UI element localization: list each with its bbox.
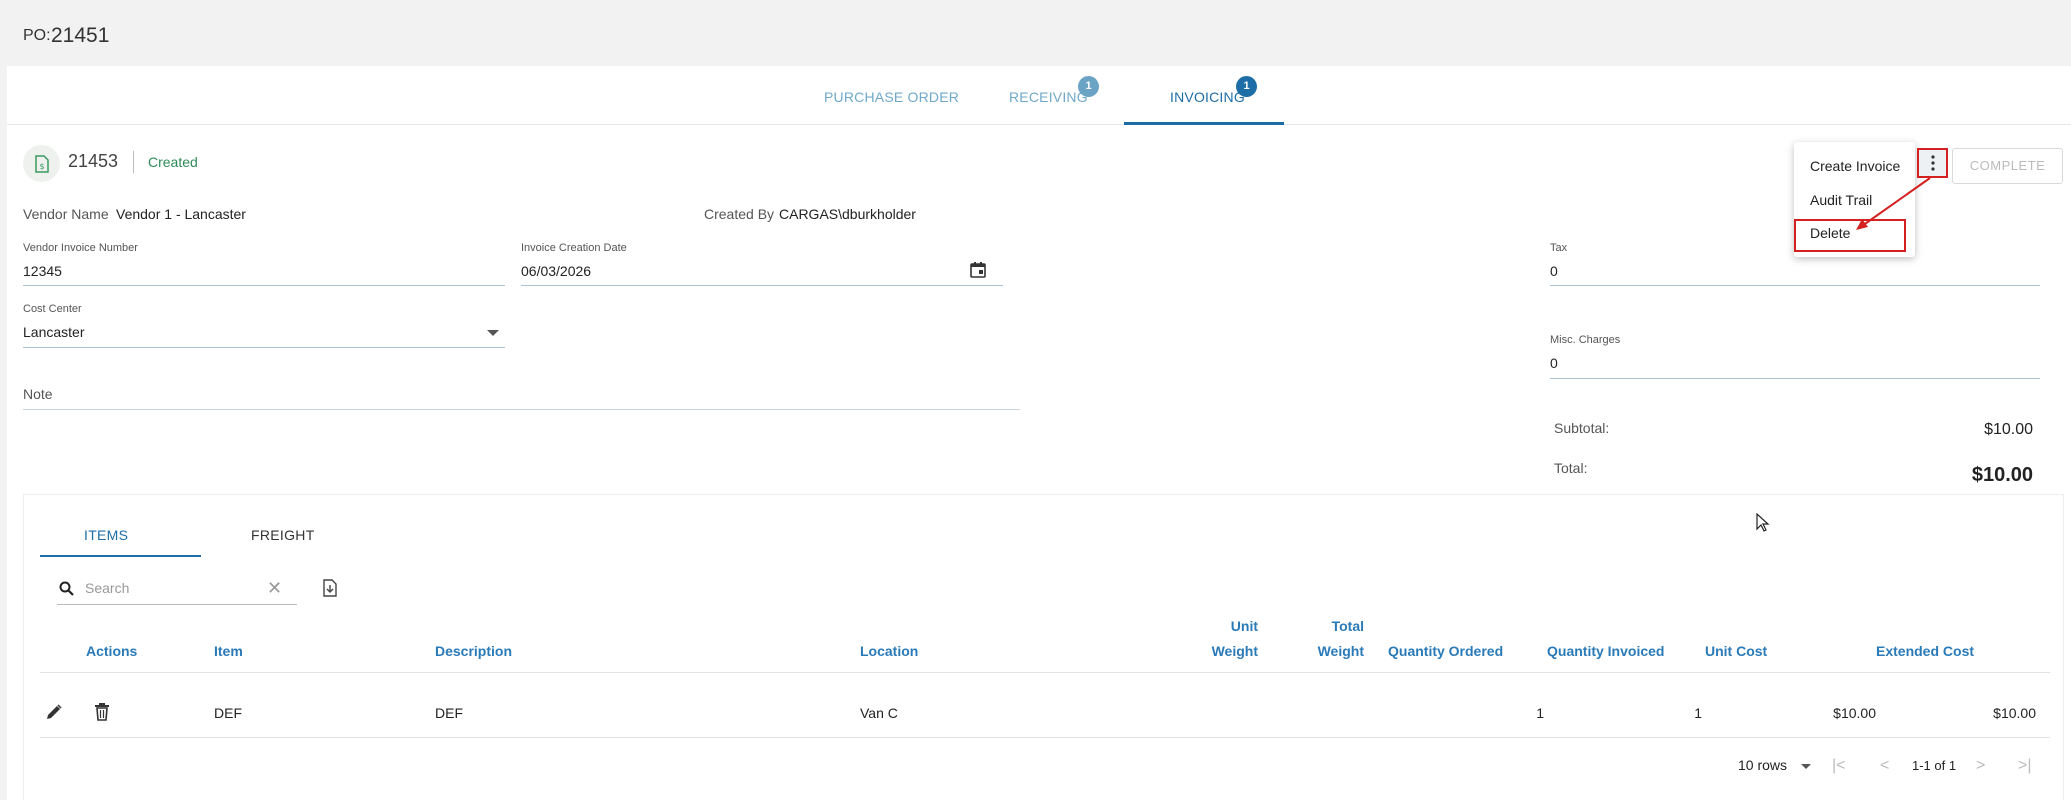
total-value: $10.00 [1971, 464, 2033, 486]
tax-field[interactable]: 0 [1550, 263, 1558, 279]
subtotal-label: Subtotal: [1554, 420, 1610, 436]
cell-description: DEF [435, 705, 463, 721]
vendor-invoice-number-field[interactable]: 12345 [23, 263, 62, 279]
divider [133, 151, 134, 173]
clear-icon[interactable]: ✕ [267, 578, 282, 599]
cost-center-select[interactable]: Lancaster [23, 324, 84, 340]
created-by-value: CARGAS\dburkholder [779, 206, 916, 222]
cell-quantity-ordered: 1 [1536, 705, 1544, 721]
menu-item-create-invoice[interactable]: Create Invoice [1810, 158, 1900, 174]
column-header-quantity-ordered[interactable]: Quantity Ordered [1388, 643, 1503, 659]
next-page-icon[interactable]: > [1976, 757, 1985, 775]
export-icon[interactable] [322, 579, 338, 597]
misc-charges-field[interactable]: 0 [1550, 355, 1558, 371]
search-box: Search ✕ [57, 572, 297, 605]
chevron-down-icon[interactable] [487, 330, 499, 336]
cell-quantity-invoiced: 1 [1694, 705, 1702, 721]
column-header-location[interactable]: Location [860, 643, 918, 659]
column-header-total-weight-line2[interactable]: Weight [1290, 643, 1364, 659]
complete-button[interactable]: COMPLETE [1952, 148, 2063, 184]
invoice-number: 21453 [68, 151, 119, 171]
invoice-creation-date-field[interactable]: 06/03/2026 [521, 263, 591, 279]
tax-label: Tax [1550, 242, 1568, 254]
field-underline [23, 409, 1020, 410]
search-input[interactable]: Search [85, 580, 129, 596]
cell-unit-cost: $10.00 [1833, 705, 1876, 721]
kebab-icon [1930, 155, 1935, 171]
tab-invoicing[interactable]: INVOICING [1170, 89, 1245, 105]
cost-center-label: Cost Center [23, 303, 82, 315]
cell-extended-cost: $10.00 [1993, 705, 2036, 721]
cell-item: DEF [214, 705, 242, 721]
column-header-unit-weight-line1[interactable]: Unit [1184, 618, 1258, 634]
invoicing-count-badge: 1 [1236, 76, 1257, 97]
created-by-label: Created By [704, 206, 775, 222]
arrow-annotation-icon [1856, 177, 1931, 230]
column-header-extended-cost[interactable]: Extended Cost [1876, 643, 1974, 659]
cell-location: Van C [860, 705, 898, 721]
tab-freight[interactable]: FREIGHT [251, 527, 315, 543]
main-card: PURCHASE ORDER RECEIVING 1 INVOICING 1 $… [7, 66, 2071, 800]
tab-receiving[interactable]: RECEIVING [1009, 89, 1088, 105]
vendor-name-value: Vendor 1 - Lancaster [116, 206, 246, 222]
top-tabs: PURCHASE ORDER RECEIVING 1 INVOICING 1 [7, 66, 2071, 125]
first-page-icon[interactable]: |< [1832, 757, 1846, 775]
column-header-description[interactable]: Description [435, 643, 512, 659]
prev-page-icon[interactable]: < [1880, 757, 1889, 775]
subtotal-value: $10.00 [1984, 421, 2033, 438]
cursor-icon [1756, 513, 1770, 532]
search-icon [59, 581, 74, 596]
active-tab-indicator [1124, 122, 1284, 125]
field-underline [521, 285, 1003, 286]
field-underline [1550, 285, 2040, 286]
note-field[interactable]: Note [23, 386, 53, 402]
column-header-actions: Actions [86, 643, 138, 659]
invoice-document-icon: $ [23, 145, 60, 182]
calendar-icon[interactable] [969, 261, 987, 282]
receiving-count-badge: 1 [1078, 76, 1099, 97]
edit-icon[interactable] [45, 703, 63, 721]
menu-item-delete[interactable]: Delete [1810, 225, 1850, 241]
rows-per-page-select[interactable]: 10 rows [1738, 757, 1787, 773]
chevron-down-icon[interactable] [1801, 764, 1811, 769]
items-panel: ITEMS FREIGHT Search ✕ Actions Item Desc… [23, 494, 2064, 800]
status-badge: Created [148, 154, 198, 170]
page-range: 1-1 of 1 [1912, 758, 1957, 773]
po-header: PO: 21451 [0, 0, 2071, 66]
column-header-unit-weight-line2[interactable]: Weight [1184, 643, 1258, 659]
field-underline [1550, 378, 2040, 379]
field-underline [23, 347, 505, 348]
divider [40, 737, 2050, 738]
trash-icon[interactable] [94, 702, 110, 721]
po-prefix: PO: [23, 27, 51, 44]
vendor-invoice-number-label: Vendor Invoice Number [23, 242, 138, 254]
misc-charges-label: Misc. Charges [1550, 334, 1621, 346]
total-label: Total: [1554, 460, 1588, 476]
field-underline [23, 285, 505, 286]
divider [40, 672, 2050, 673]
last-page-icon[interactable]: >| [2018, 757, 2032, 775]
active-subtab-indicator [40, 555, 201, 557]
invoice-creation-date-label: Invoice Creation Date [521, 242, 627, 254]
po-number: 21451 [51, 24, 110, 47]
tab-purchase-order[interactable]: PURCHASE ORDER [824, 89, 959, 105]
tab-items[interactable]: ITEMS [84, 527, 128, 543]
svg-text:$: $ [39, 162, 44, 171]
column-header-unit-cost[interactable]: Unit Cost [1705, 643, 1767, 659]
column-header-total-weight-line1[interactable]: Total [1290, 618, 1364, 634]
column-header-quantity-invoiced[interactable]: Quantity Invoiced [1547, 643, 1664, 659]
vendor-name-label: Vendor Name [23, 206, 109, 222]
column-header-item[interactable]: Item [214, 643, 243, 659]
